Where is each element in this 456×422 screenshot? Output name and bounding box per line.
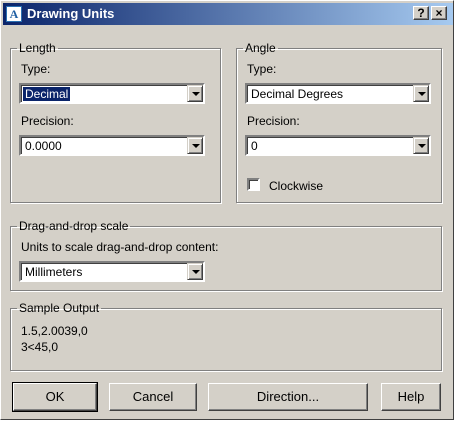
clockwise-checkbox[interactable] [247, 178, 260, 191]
angle-group-label: Angle [245, 41, 276, 55]
dragdrop-group-label: Drag-and-drop scale [19, 219, 129, 233]
dragdrop-units-value: Millimeters [25, 265, 83, 279]
ok-button[interactable]: OK [12, 382, 98, 412]
title-bar: A Drawing Units ? × [3, 3, 453, 25]
sample-output-line-1: 1.5,2.0039,0 [21, 324, 88, 338]
length-type-value: Decimal [23, 87, 71, 101]
length-type-select[interactable]: Decimal [19, 83, 205, 104]
angle-type-select[interactable]: Decimal Degrees [245, 83, 431, 104]
cancel-button[interactable]: Cancel [109, 383, 197, 411]
sample-output-line-2: 3<45,0 [21, 340, 59, 354]
chevron-down-icon[interactable] [187, 137, 203, 154]
length-group-label: Length [19, 41, 56, 55]
length-type-label: Type: [21, 62, 51, 76]
dialog-title: Drawing Units [27, 6, 115, 21]
angle-precision-label: Precision: [247, 114, 300, 128]
angle-precision-select[interactable]: 0 [245, 135, 431, 156]
close-icon[interactable]: × [431, 6, 447, 20]
direction-button[interactable]: Direction... [208, 383, 368, 411]
autocad-icon: A [6, 6, 22, 22]
length-precision-label: Precision: [21, 114, 74, 128]
chevron-down-icon[interactable] [187, 263, 203, 280]
chevron-down-icon[interactable] [413, 137, 429, 154]
drawing-units-dialog: A Drawing Units ? × Length Type: Decimal… [0, 0, 454, 420]
help-button[interactable]: Help [381, 383, 441, 411]
length-precision-select[interactable]: 0.0000 [19, 135, 205, 156]
sample-output-label: Sample Output [19, 301, 100, 315]
chevron-down-icon[interactable] [187, 85, 203, 102]
dragdrop-units-label: Units to scale drag-and-drop content: [21, 240, 219, 254]
length-precision-value: 0.0000 [25, 139, 62, 153]
angle-precision-value: 0 [251, 139, 258, 153]
clockwise-label[interactable]: Clockwise [269, 179, 323, 193]
chevron-down-icon[interactable] [413, 85, 429, 102]
angle-type-label: Type: [247, 62, 277, 76]
angle-type-value: Decimal Degrees [251, 87, 344, 101]
dragdrop-units-select[interactable]: Millimeters [19, 261, 205, 282]
help-icon[interactable]: ? [413, 6, 429, 20]
